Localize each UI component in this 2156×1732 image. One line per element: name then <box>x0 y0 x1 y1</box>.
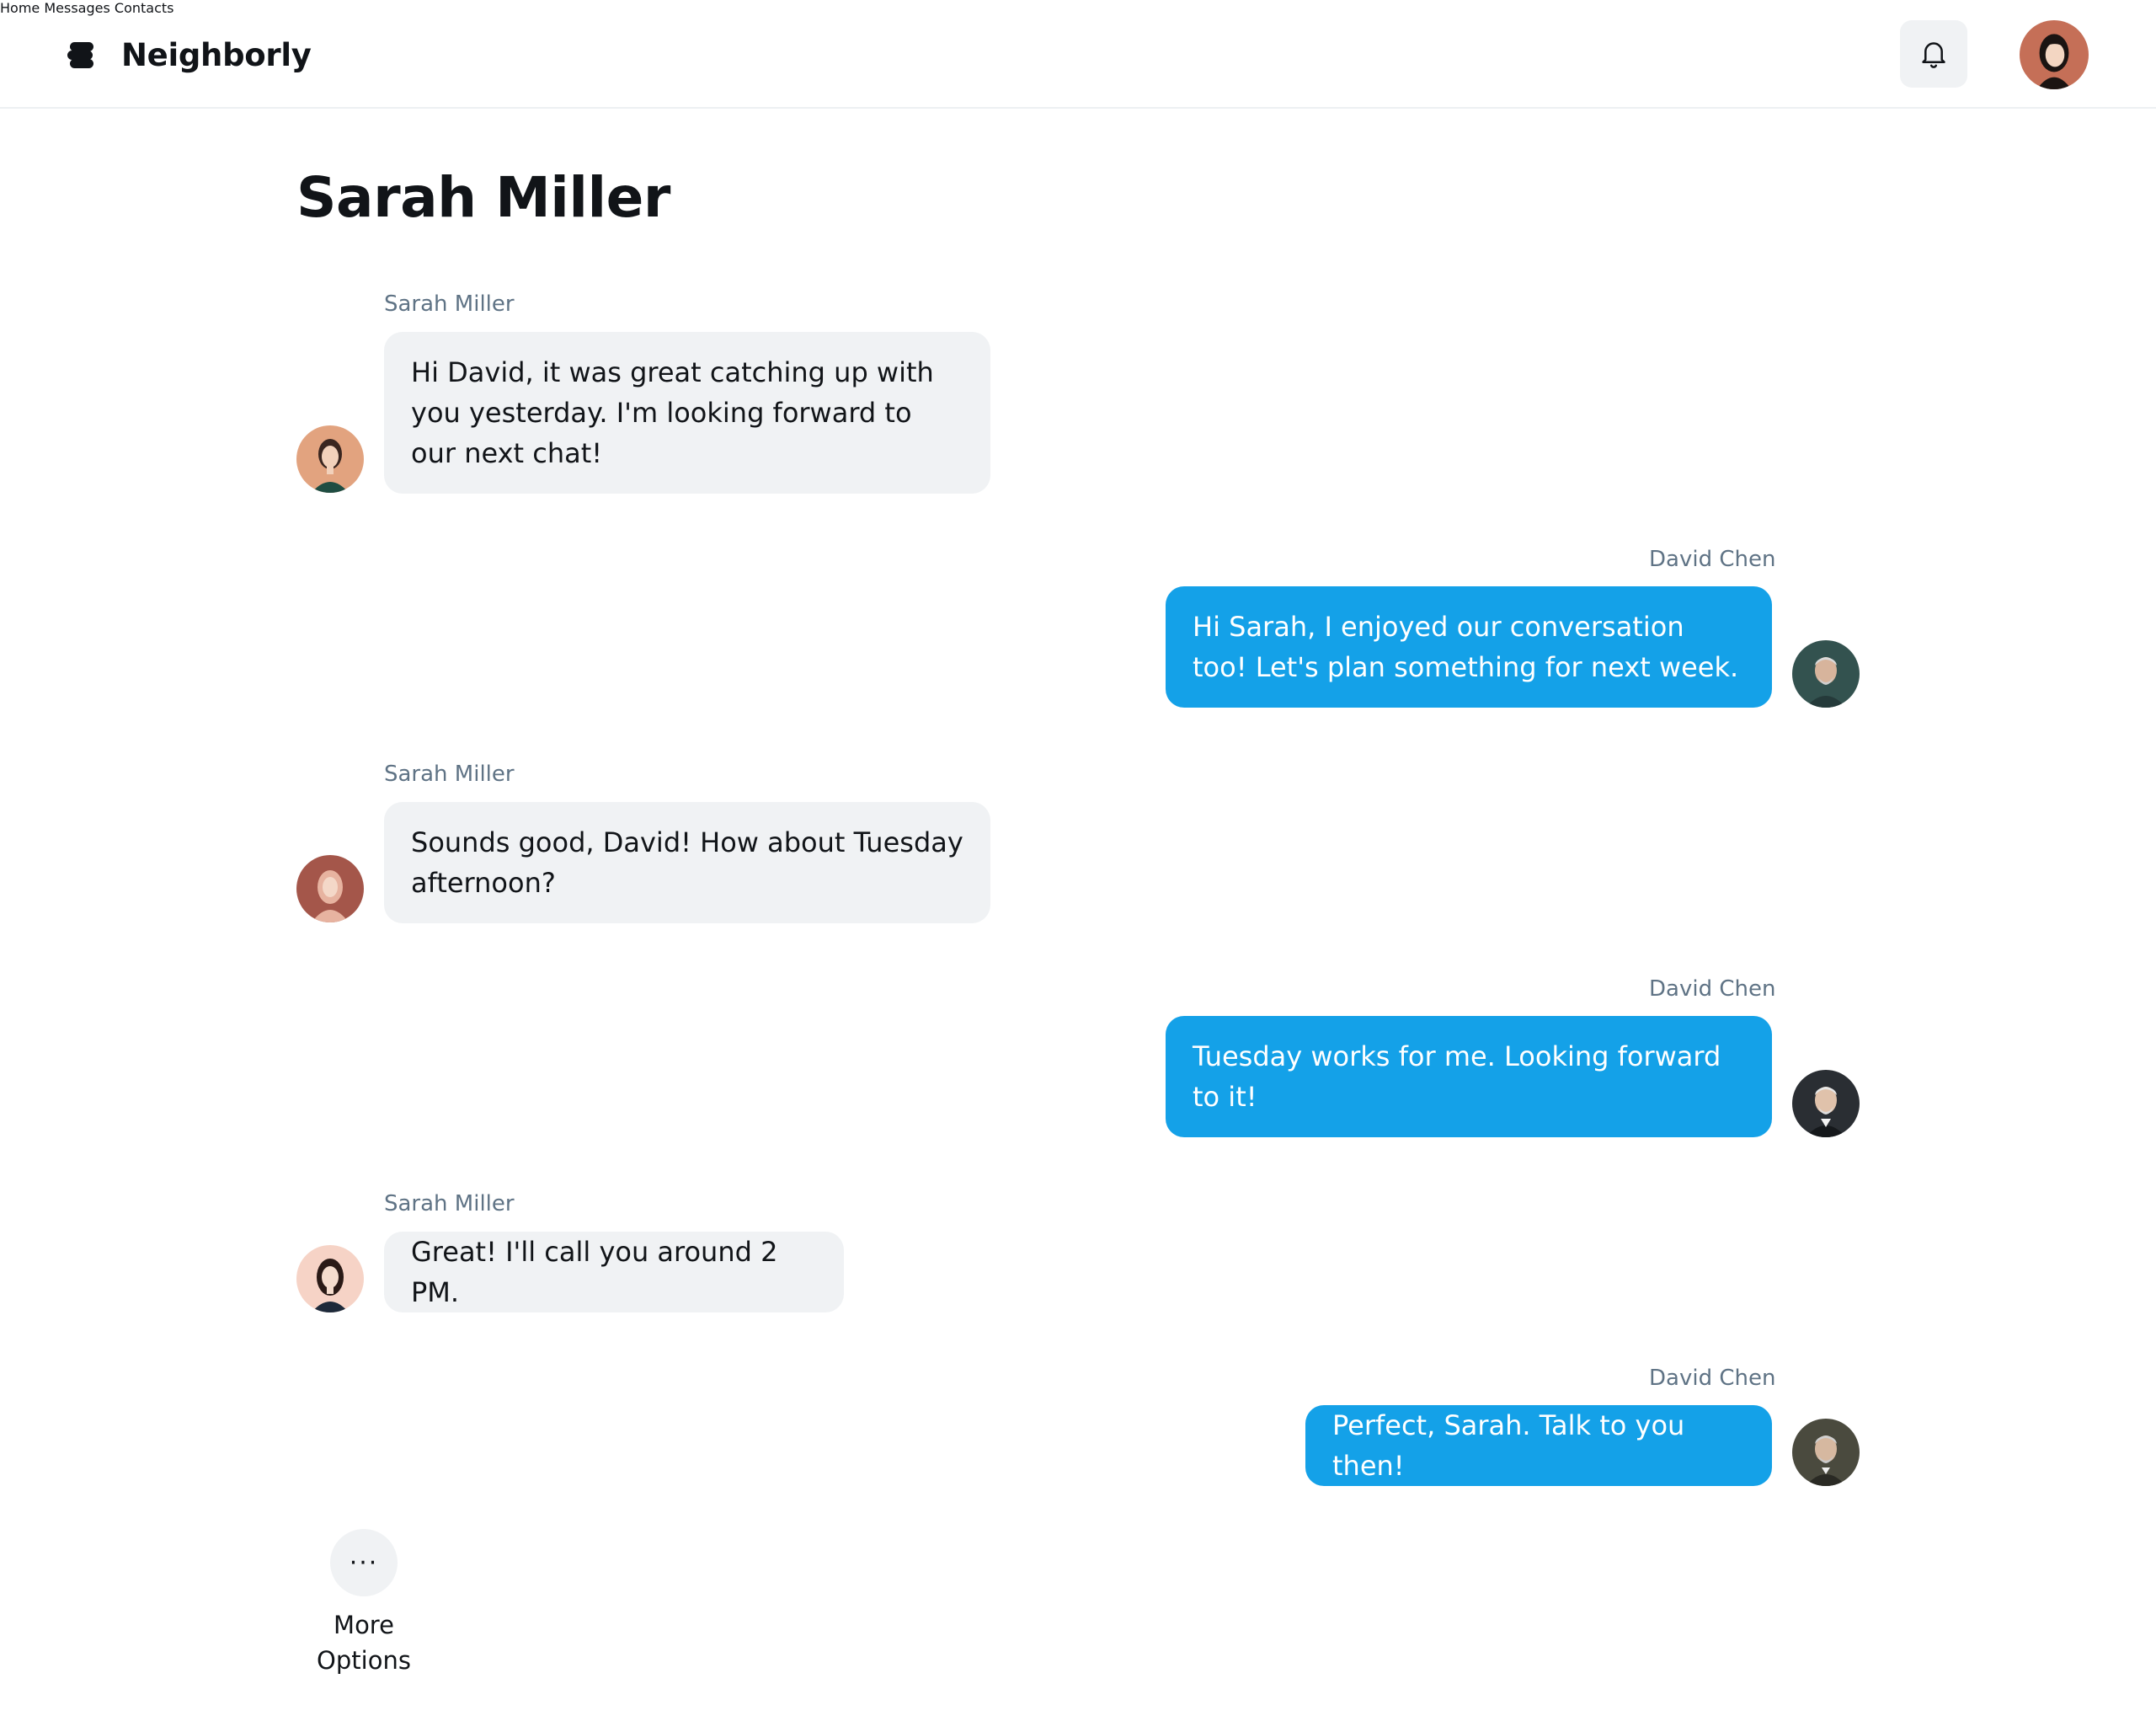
outgoing-message-bubble: Hi Sarah, I enjoyed our conversation too… <box>1166 586 1772 708</box>
message-sender: Sarah Miller <box>384 762 515 787</box>
message-sender: David Chen <box>1649 547 1776 572</box>
outgoing-message-bubble: Perfect, Sarah. Talk to you then! <box>1305 1405 1772 1486</box>
conversation-title: Sarah Miller <box>296 165 670 230</box>
sender-avatar <box>296 1245 364 1312</box>
message-sender: David Chen <box>1649 976 1776 1002</box>
incoming-message-bubble: Great! I'll call you around 2 PM. <box>384 1232 844 1312</box>
message-sender: Sarah Miller <box>384 291 515 317</box>
more-options-label: More Options <box>317 1611 411 1675</box>
brand-name: Neighborly <box>121 36 312 73</box>
profile-avatar[interactable] <box>2020 20 2089 89</box>
message-sender: David Chen <box>1649 1366 1776 1391</box>
ellipsis-icon: ··· <box>349 1548 379 1578</box>
outgoing-message-bubble: Tuesday works for me. Looking forward to… <box>1166 1016 1772 1137</box>
sender-avatar <box>1792 1419 1860 1486</box>
nav-contacts-link[interactable]: Contacts <box>115 0 174 16</box>
sender-avatar <box>296 425 364 493</box>
sender-avatar <box>1792 640 1860 708</box>
incoming-message-bubble: Hi David, it was great catching up with … <box>384 332 990 494</box>
message-sender: Sarah Miller <box>384 1191 515 1216</box>
logo-icon <box>67 40 96 69</box>
nav-home-link[interactable]: Home <box>0 0 40 16</box>
more-options-button[interactable]: ··· <box>330 1529 398 1596</box>
sender-avatar <box>296 855 364 922</box>
incoming-message-bubble: Sounds good, David! How about Tuesday af… <box>384 802 990 923</box>
sender-avatar <box>1792 1070 1860 1137</box>
top-navigation-bar: Neighborly Home Messages Contacts <box>0 0 2156 109</box>
bell-icon <box>1922 42 1945 68</box>
nav-messages-link[interactable]: Messages <box>44 0 109 16</box>
notifications-button[interactable] <box>1900 20 1967 88</box>
brand[interactable]: Neighborly <box>67 34 312 76</box>
